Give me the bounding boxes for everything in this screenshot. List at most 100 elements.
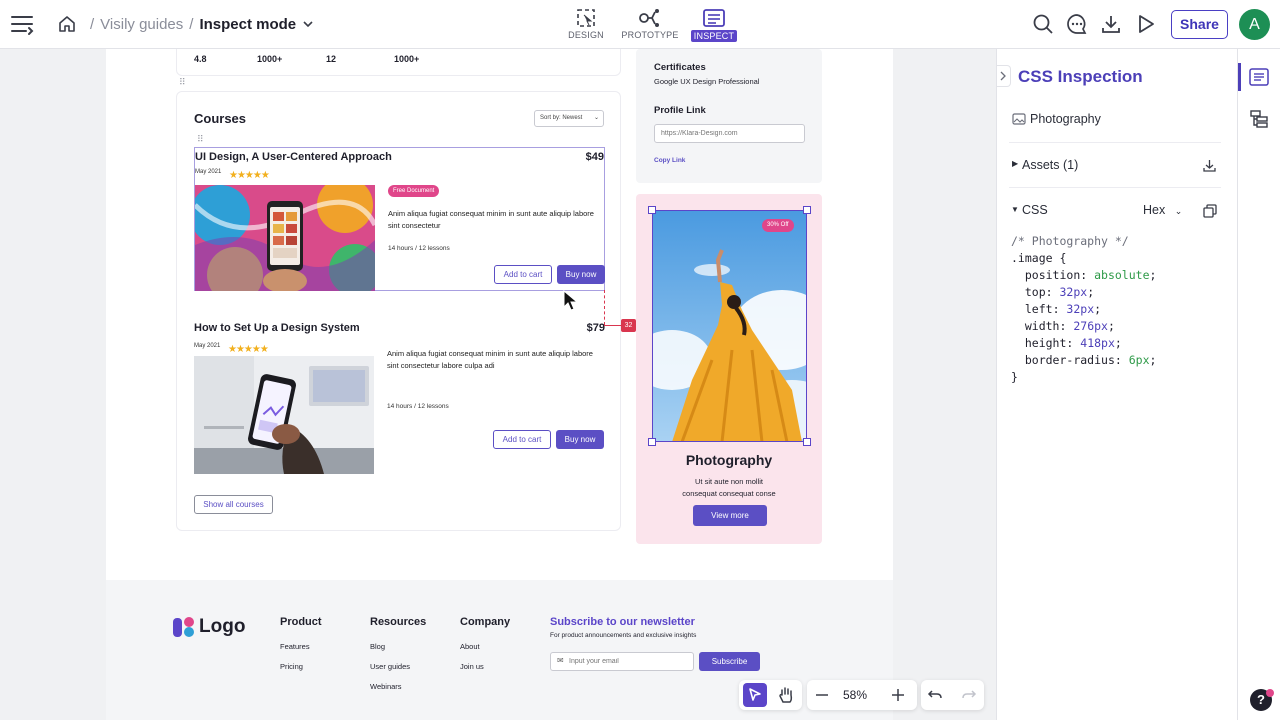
- layers-icon[interactable]: [1249, 109, 1269, 129]
- play-icon[interactable]: [1135, 13, 1157, 35]
- zoom-out-icon[interactable]: [815, 688, 829, 702]
- sort-label: Sort by: Newest: [540, 115, 583, 121]
- comments-icon[interactable]: [1066, 13, 1088, 35]
- course-item[interactable]: How to Set Up a Design System $79 May 20…: [194, 322, 605, 474]
- chevron-down-icon[interactable]: [302, 18, 314, 30]
- footer-link[interactable]: Blog: [370, 642, 385, 651]
- free-document-badge: Free Document: [388, 185, 440, 197]
- undo-icon[interactable]: [927, 687, 943, 703]
- footer-link[interactable]: Webinars: [370, 682, 402, 691]
- panel-title: CSS Inspection: [1018, 67, 1143, 86]
- divider: [1009, 187, 1221, 188]
- photography-card[interactable]: 30% Off Photography Ut sit aute non moll…: [636, 194, 822, 544]
- footer-link[interactable]: User guides: [370, 662, 410, 671]
- buy-now-button[interactable]: Buy now: [556, 430, 604, 449]
- breadcrumb-parent[interactable]: Visily guides: [100, 16, 183, 33]
- layer-name: Photography: [1030, 112, 1101, 126]
- code-prop: top: [1024, 285, 1046, 299]
- top-bar: / Visily guides / Inspect mode DESIGN PR…: [0, 0, 1280, 49]
- rating-stars: ★★★★★: [228, 344, 269, 355]
- design-canvas[interactable]: 4.8 1000+ 12 1000+ ⠿ Courses Sort by: Ne…: [0, 49, 995, 720]
- drag-handle-icon[interactable]: ⠿: [197, 134, 204, 145]
- code-value: 418px: [1080, 336, 1115, 350]
- course-title[interactable]: UI Design, A User-Centered Approach: [195, 151, 392, 163]
- resize-handle[interactable]: [648, 438, 656, 446]
- tool-group: [739, 680, 802, 710]
- subscribe-button[interactable]: Subscribe: [699, 652, 760, 671]
- tab-inspect[interactable]: INSPECT: [685, 6, 743, 42]
- course-image: [195, 185, 375, 291]
- measure-label: 32: [621, 319, 636, 332]
- footer-link[interactable]: Features: [280, 642, 310, 651]
- download-icon[interactable]: [1100, 13, 1122, 35]
- drag-handle-icon[interactable]: ⠿: [179, 77, 186, 88]
- view-more-button[interactable]: View more: [693, 505, 767, 526]
- rating-stars: ★★★★★: [229, 170, 270, 181]
- resize-handle[interactable]: [803, 438, 811, 446]
- hand-tool-icon[interactable]: [774, 683, 798, 707]
- copy-link[interactable]: Copy Link: [654, 157, 685, 164]
- measure-guide: [604, 290, 605, 325]
- copy-icon[interactable]: [1203, 204, 1217, 218]
- active-indicator: [1238, 63, 1241, 91]
- footer-link[interactable]: Pricing: [280, 662, 303, 671]
- design-icon: [575, 6, 597, 30]
- format-value: Hex: [1143, 203, 1166, 217]
- tab-design[interactable]: DESIGN: [557, 6, 615, 42]
- format-select[interactable]: Hex ⌄: [1143, 203, 1182, 217]
- footer-link[interactable]: About: [460, 642, 480, 651]
- redo-icon[interactable]: [961, 687, 977, 703]
- avatar[interactable]: A: [1239, 9, 1270, 40]
- inspect-panel-icon[interactable]: [1249, 68, 1269, 86]
- course-item[interactable]: UI Design, A User-Centered Approach $49 …: [194, 147, 605, 291]
- zoom-group: 58%: [807, 680, 917, 710]
- download-icon[interactable]: [1202, 158, 1217, 173]
- assets-section-toggle[interactable]: Assets (1): [1022, 158, 1078, 172]
- home-icon[interactable]: [58, 15, 76, 33]
- collapse-panel-icon[interactable]: [997, 65, 1011, 87]
- tab-prototype[interactable]: PROTOTYPE: [621, 6, 679, 42]
- course-date: May 2021: [195, 169, 222, 175]
- code-prop: left: [1024, 302, 1053, 316]
- search-icon[interactable]: [1032, 13, 1054, 35]
- share-button[interactable]: Share: [1171, 10, 1228, 39]
- code-value: absolute: [1094, 268, 1150, 282]
- code-prop: height: [1024, 336, 1067, 350]
- code-value: 32px: [1059, 285, 1088, 299]
- resize-handle[interactable]: [803, 206, 811, 214]
- add-to-cart-button[interactable]: Add to cart: [493, 430, 551, 449]
- css-section-toggle[interactable]: CSS: [1022, 203, 1048, 217]
- buy-now-button[interactable]: Buy now: [557, 265, 605, 284]
- course-meta: 14 hours / 12 lessons: [388, 245, 450, 252]
- newsletter-heading: Subscribe to our newsletter: [550, 616, 695, 628]
- newsletter-subtext: For product announcements and exclusive …: [550, 632, 697, 639]
- sort-dropdown[interactable]: Sort by: Newest ⌄: [534, 110, 604, 127]
- zoom-in-icon[interactable]: [891, 688, 905, 702]
- footer-link[interactable]: Join us: [460, 662, 484, 671]
- stats-card[interactable]: 4.8 1000+ 12 1000+: [176, 49, 621, 76]
- image-layer-icon: [1012, 113, 1026, 125]
- caret-right-icon[interactable]: ▶: [1012, 159, 1018, 168]
- profile-card[interactable]: Certificates Google UX Design Profession…: [636, 49, 822, 183]
- certificates-heading: Certificates: [654, 62, 706, 73]
- resize-handle[interactable]: [648, 206, 656, 214]
- divider: [1009, 142, 1221, 143]
- footer-heading: Resources: [370, 616, 427, 628]
- code-prop: border-radius: [1024, 353, 1115, 367]
- breadcrumb: / Visily guides / Inspect mode: [58, 15, 314, 33]
- show-all-courses-button[interactable]: Show all courses: [194, 495, 273, 514]
- certificates-value: Google UX Design Professional: [654, 77, 760, 86]
- profile-link-field[interactable]: [654, 124, 805, 143]
- course-title[interactable]: How to Set Up a Design System: [194, 322, 360, 334]
- css-code-block[interactable]: /* Photography */ .image { position: abs…: [1011, 233, 1156, 386]
- menu-icon[interactable]: [10, 11, 36, 37]
- zoom-level[interactable]: 58%: [843, 688, 867, 702]
- prototype-icon: [638, 6, 662, 30]
- caret-down-icon[interactable]: ▼: [1011, 205, 1019, 214]
- add-to-cart-button[interactable]: Add to cart: [494, 265, 552, 284]
- courses-card[interactable]: Courses Sort by: Newest ⌄ ⠿ UI Design, A…: [176, 91, 621, 531]
- email-input[interactable]: [569, 655, 689, 668]
- select-tool-icon[interactable]: [743, 683, 767, 707]
- cursor-icon: [562, 289, 580, 311]
- email-field[interactable]: ✉: [550, 652, 694, 671]
